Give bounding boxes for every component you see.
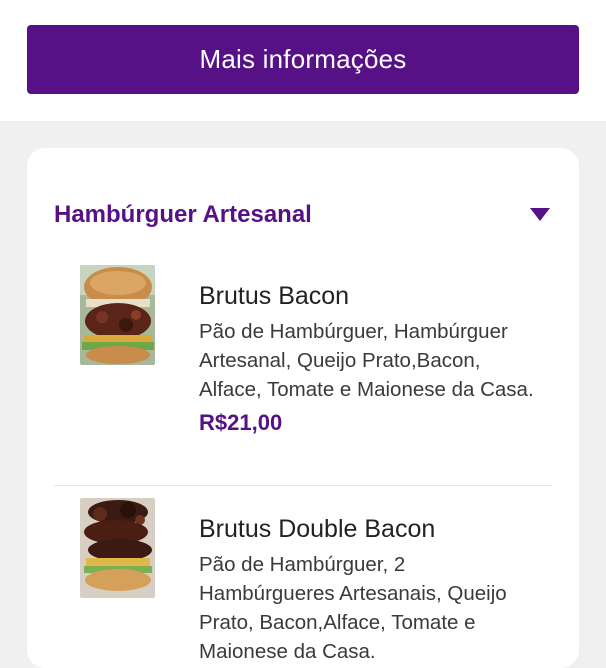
divider <box>54 485 552 486</box>
more-info-button[interactable]: Mais informações <box>27 25 579 94</box>
product-description: Pão de Hambúrguer, 2 Hambúrgueres Artesa… <box>199 553 507 663</box>
top-bar: Mais informações <box>0 0 606 121</box>
product-description: Pão de Hambúrguer, Hambúrguer Artesanal,… <box>199 320 534 401</box>
product-price: R$21,00 <box>199 410 283 435</box>
category-header[interactable]: Hambúrguer Artesanal <box>54 198 552 232</box>
category-title: Hambúrguer Artesanal <box>54 201 312 228</box>
product-name: Brutus Double Bacon <box>199 515 436 543</box>
menu-category-card: Hambúrguer Artesanal Brutus Bacon Pão de… <box>27 148 579 668</box>
product-info: Brutus Double Bacon Pão de Hambúrguer, 2… <box>199 514 544 666</box>
product-name: Brutus Bacon <box>199 282 350 310</box>
product-image <box>80 498 155 598</box>
product-item[interactable]: Brutus Double Bacon Pão de Hambúrguer, 2… <box>54 498 552 668</box>
product-item[interactable]: Brutus Bacon Pão de Hambúrguer, Hambúrgu… <box>54 265 552 485</box>
product-image <box>80 265 155 365</box>
chevron-down-icon[interactable] <box>530 208 550 221</box>
product-info: Brutus Bacon Pão de Hambúrguer, Hambúrgu… <box>199 281 544 437</box>
